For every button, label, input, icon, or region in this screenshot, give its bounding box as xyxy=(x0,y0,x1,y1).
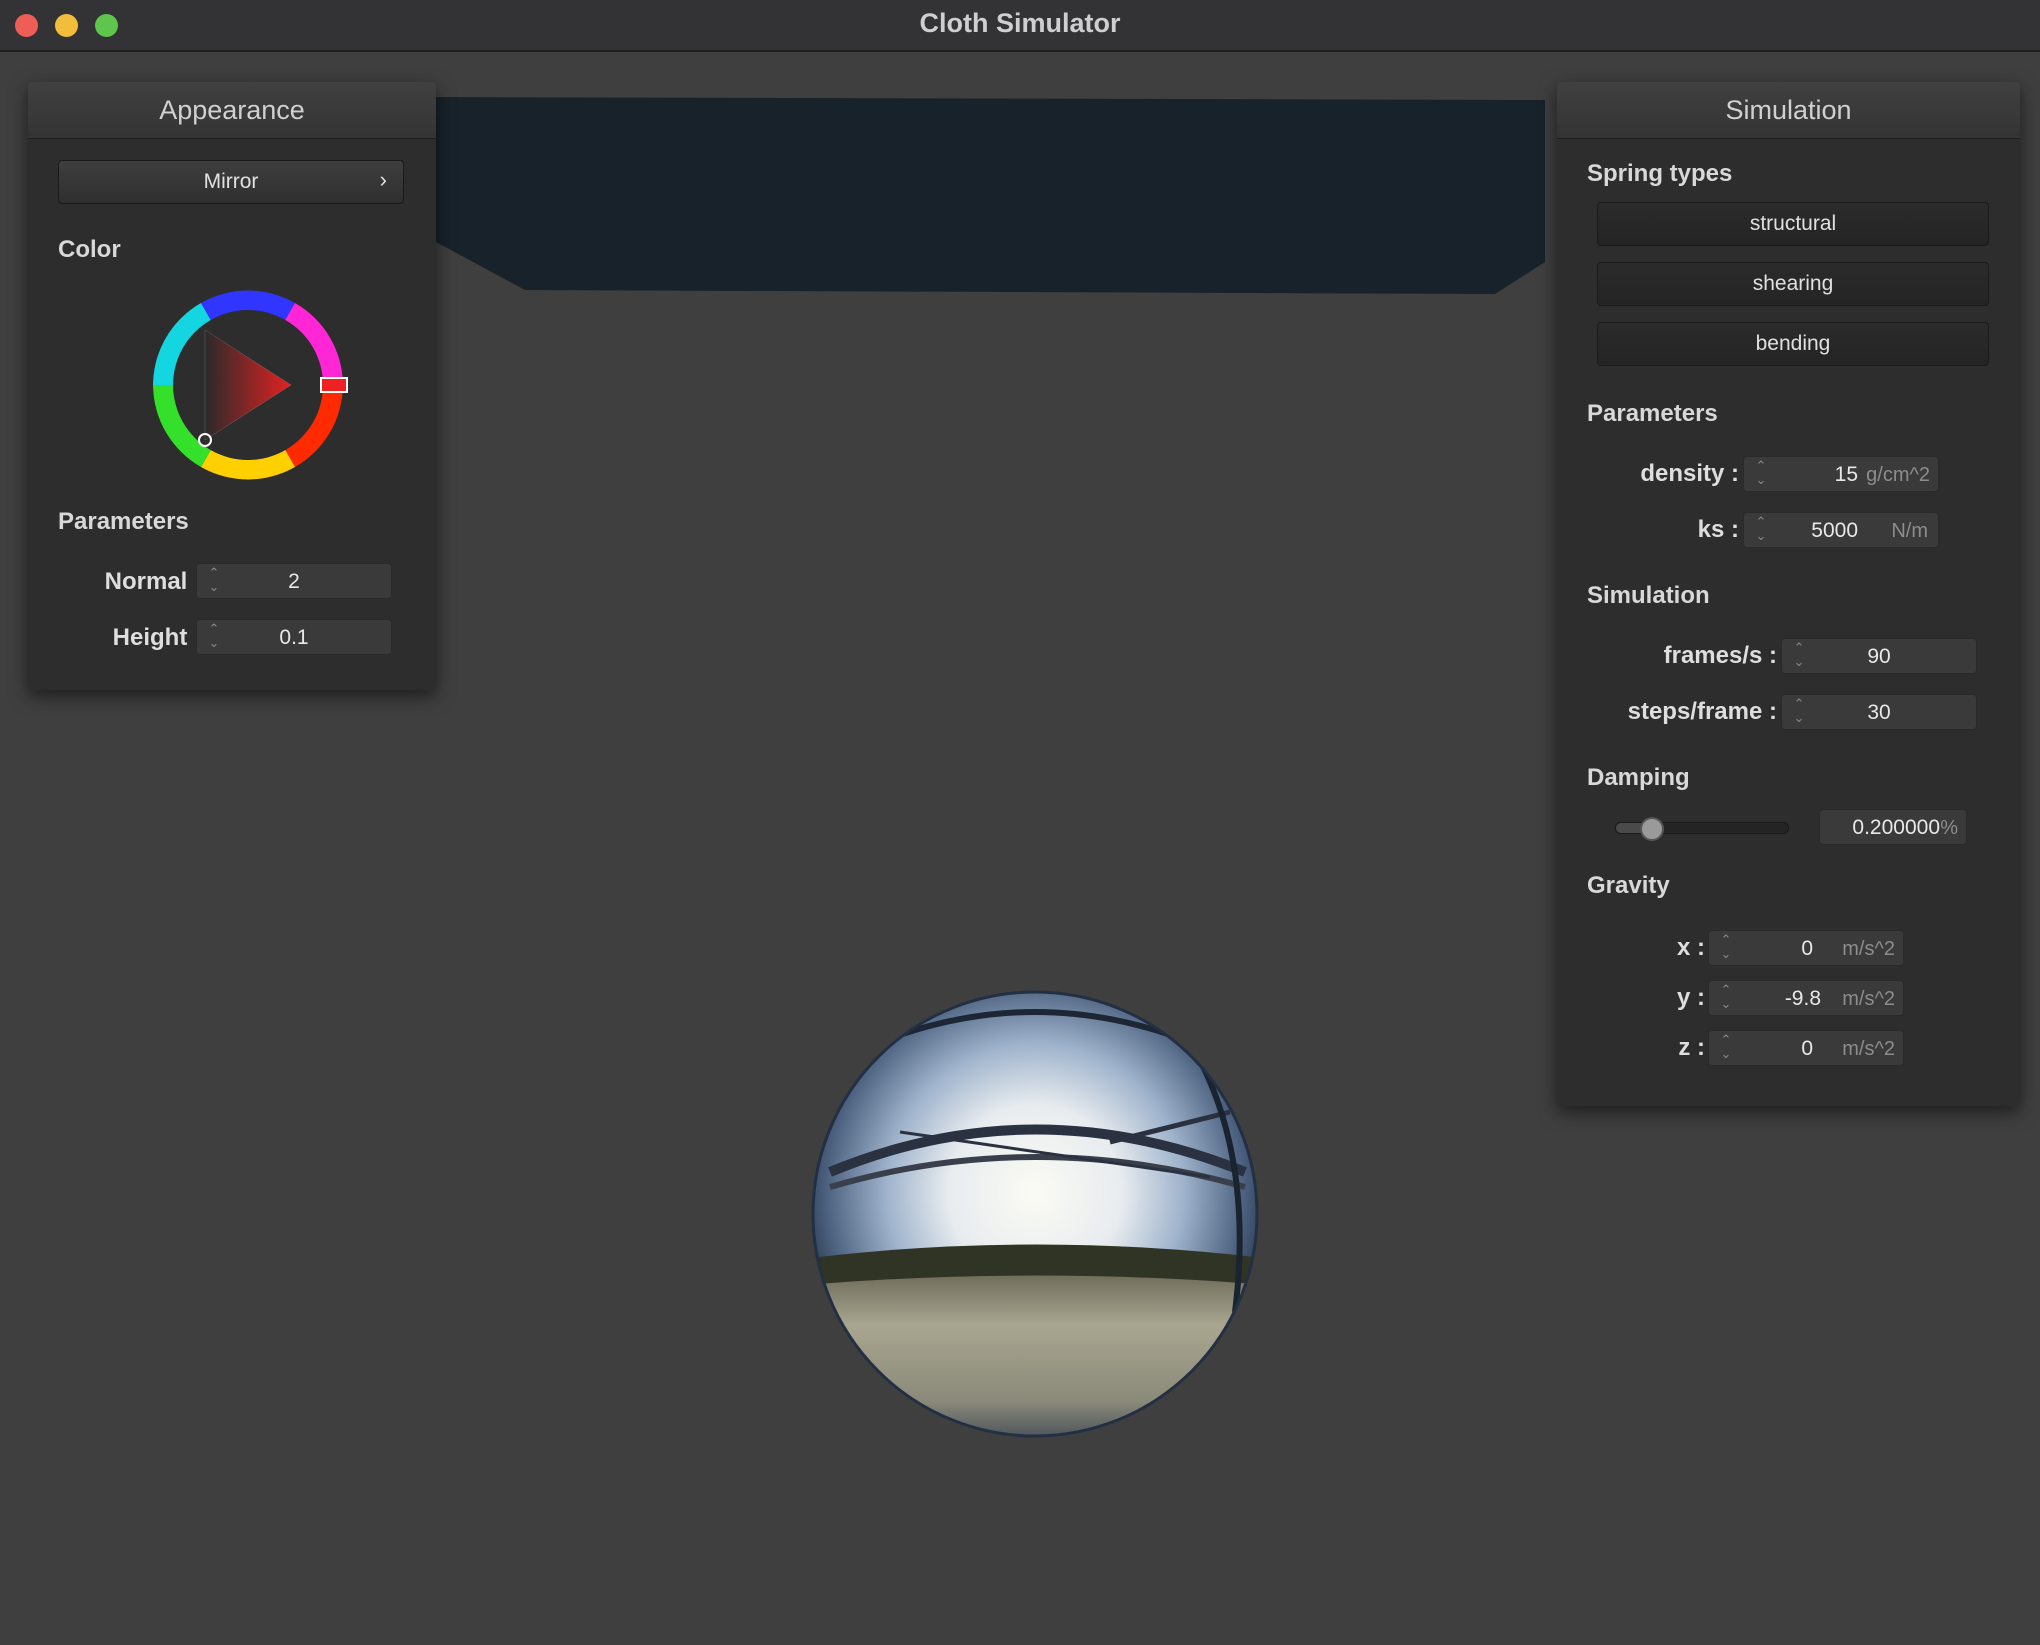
normal-input[interactable]: ⌃ ⌄ 2 xyxy=(196,563,392,599)
gravity-y-input[interactable]: ⌃ ⌄ -9.8 m/s^2 xyxy=(1708,980,1904,1016)
stepper-icon[interactable]: ⌃ ⌄ xyxy=(1719,983,1733,1011)
appearance-parameters-label: Parameters xyxy=(58,508,189,535)
simulation-panel: Simulation Spring types structural shear… xyxy=(1557,82,2020,1106)
density-label: density : xyxy=(1640,460,1739,487)
steps-value: 30 xyxy=(1867,701,1891,724)
appearance-panel: Appearance Mirror › Color Parameters Nor… xyxy=(28,82,436,690)
fps-label: frames/s : xyxy=(1663,642,1777,669)
cloth-mesh xyxy=(420,97,1545,294)
height-input[interactable]: ⌃ ⌄ 0.1 xyxy=(196,619,392,655)
stepper-icon[interactable]: ⌃ ⌄ xyxy=(1719,1033,1733,1061)
density-value: 15 xyxy=(1834,463,1858,486)
spring-types-label: Spring types xyxy=(1587,160,1733,187)
gravity-label: Gravity xyxy=(1587,872,1670,899)
gravity-x-unit: m/s^2 xyxy=(1842,938,1895,960)
shader-select[interactable]: Mirror › xyxy=(58,160,404,204)
damping-label: Damping xyxy=(1587,764,1690,791)
simulation-section-label: Simulation xyxy=(1587,582,1710,609)
density-unit: g/cm^2 xyxy=(1866,464,1930,486)
damping-slider-thumb[interactable] xyxy=(1640,817,1664,841)
color-section-label: Color xyxy=(58,236,121,263)
hue-handle[interactable] xyxy=(320,377,348,393)
bending-toggle[interactable]: bending xyxy=(1597,322,1989,366)
gravity-x-input[interactable]: ⌃ ⌄ 0 m/s^2 xyxy=(1708,930,1904,966)
simulation-panel-title[interactable]: Simulation xyxy=(1557,82,2020,139)
gravity-z-unit: m/s^2 xyxy=(1842,1038,1895,1060)
stepper-icon[interactable]: ⌃ ⌄ xyxy=(1754,515,1768,543)
gravity-x-label: x : xyxy=(1676,934,1705,961)
stepper-icon[interactable]: ⌃ ⌄ xyxy=(1719,933,1733,961)
stepper-icon[interactable]: ⌃ ⌄ xyxy=(1754,459,1768,487)
color-wheel[interactable] xyxy=(143,280,353,490)
steps-label: steps/frame : xyxy=(1627,698,1777,725)
simulation-parameters-label: Parameters xyxy=(1587,400,1718,427)
gravity-y-value: -9.8 xyxy=(1784,987,1821,1010)
gravity-y-unit: m/s^2 xyxy=(1842,988,1895,1010)
fps-input[interactable]: ⌃ ⌄ 90 xyxy=(1781,638,1977,674)
gravity-x-value: 0 xyxy=(1801,937,1813,960)
appearance-panel-title[interactable]: Appearance xyxy=(28,82,436,139)
gravity-z-value: 0 xyxy=(1801,1037,1813,1060)
ks-label: ks : xyxy=(1697,516,1739,543)
density-input[interactable]: ⌃ ⌄ 15 g/cm^2 xyxy=(1743,456,1939,492)
gravity-y-label: y : xyxy=(1676,984,1705,1011)
structural-toggle[interactable]: structural xyxy=(1597,202,1989,246)
ks-input[interactable]: ⌃ ⌄ 5000 N/m xyxy=(1743,512,1939,548)
height-label: Height : xyxy=(112,624,202,651)
normal-label: Normal : xyxy=(104,568,202,595)
ks-value: 5000 xyxy=(1811,519,1858,542)
shader-select-value: Mirror xyxy=(203,170,259,193)
normal-value: 2 xyxy=(288,570,300,593)
damping-input[interactable]: 0.200000 % xyxy=(1819,809,1967,845)
shearing-toggle[interactable]: shearing xyxy=(1597,262,1989,306)
color-triangle[interactable] xyxy=(205,330,291,440)
height-value: 0.1 xyxy=(279,626,309,649)
gravity-z-label: z : xyxy=(1678,1034,1705,1061)
damping-slider[interactable] xyxy=(1615,817,1789,841)
damping-unit: % xyxy=(1940,817,1958,839)
window-title: Cloth Simulator xyxy=(919,8,1121,38)
chevron-right-icon: › xyxy=(379,167,387,192)
steps-input[interactable]: ⌃ ⌄ 30 xyxy=(1781,694,1977,730)
fps-value: 90 xyxy=(1867,645,1891,668)
ks-unit: N/m xyxy=(1891,520,1928,542)
title-bar: Cloth Simulator xyxy=(0,0,2040,52)
gravity-z-input[interactable]: ⌃ ⌄ 0 m/s^2 xyxy=(1708,1030,1904,1066)
damping-value: 0.200000 xyxy=(1852,816,1940,839)
